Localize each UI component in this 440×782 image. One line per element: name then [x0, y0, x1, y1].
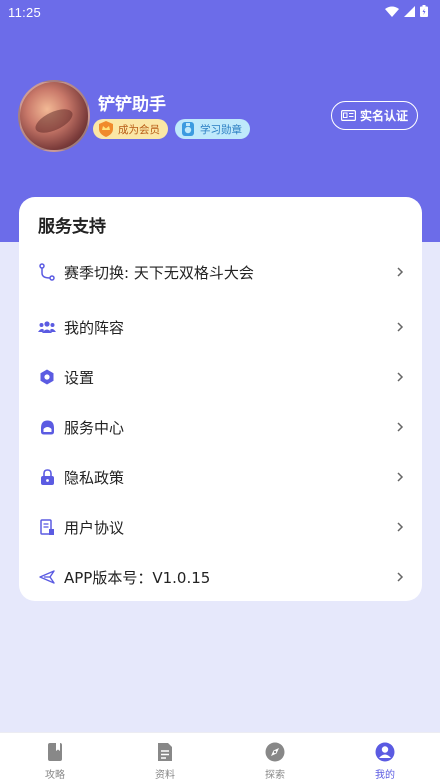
tab-explore[interactable]: 探索: [220, 733, 330, 782]
menu-item-privacy-policy[interactable]: 隐私政策: [19, 459, 422, 495]
chevron-right-icon: [397, 472, 404, 482]
member-badge-label: 成为会员: [118, 123, 160, 136]
real-name-verify-button[interactable]: 实名认证: [331, 101, 418, 130]
user-name: 铲铲助手: [98, 95, 166, 115]
book-icon: [44, 741, 66, 763]
menu-item-my-lineup[interactable]: 我的阵容: [19, 309, 422, 345]
battery-icon: [420, 5, 428, 17]
menu-item-app-version[interactable]: APP版本号：V1.0.15: [19, 559, 422, 595]
chevron-right-icon: [397, 522, 404, 532]
tab-guide[interactable]: 攻略: [0, 733, 110, 782]
menu-item-label: 隐私政策: [64, 468, 125, 487]
chevron-right-icon: [397, 372, 404, 382]
document-icon: [38, 518, 56, 536]
menu-item-user-agreement[interactable]: 用户协议: [19, 509, 422, 545]
compass-icon: [264, 741, 286, 763]
team-icon: [38, 318, 56, 336]
signal-icon: [404, 5, 415, 17]
chevron-right-icon: [397, 572, 404, 582]
tab-label: 攻略: [45, 770, 65, 781]
status-time: 11:25: [8, 5, 42, 20]
menu-item-label: 服务中心: [64, 418, 125, 437]
tab-data[interactable]: 资料: [110, 733, 220, 782]
file-icon: [154, 741, 176, 763]
member-badge[interactable]: 成为会员: [93, 119, 168, 139]
crown-shield-icon: [97, 120, 115, 138]
wifi-icon: [385, 6, 399, 17]
medal-icon: [179, 120, 197, 138]
headset-icon: [38, 418, 56, 436]
service-title: 服务支持: [38, 217, 106, 237]
study-badge-label: 学习勋章: [200, 123, 242, 136]
menu-item-label: 设置: [64, 368, 95, 387]
verify-label: 实名认证: [359, 109, 408, 123]
menu-item-season-switch[interactable]: 赛季切换: 天下无双格斗大会: [19, 254, 422, 290]
chevron-right-icon: [397, 322, 404, 332]
avatar[interactable]: [18, 80, 90, 152]
menu-item-service-center[interactable]: 服务中心: [19, 409, 422, 445]
study-badge[interactable]: 学习勋章: [175, 119, 250, 139]
service-card: 服务支持 赛季切换: 天下无双格斗大会 我的阵容 设置 服务中心 隐私政策 用户…: [19, 197, 422, 601]
chevron-right-icon: [397, 422, 404, 432]
chevron-right-icon: [397, 267, 404, 277]
settings-icon: [38, 368, 56, 386]
lock-icon: [38, 468, 56, 486]
status-bar: 11:25: [0, 0, 440, 26]
user-icon: [374, 741, 396, 763]
id-card-icon: [340, 110, 356, 121]
season-switch-icon: [38, 263, 56, 281]
menu-item-label: 赛季切换: 天下无双格斗大会: [64, 263, 254, 282]
bottom-tab-bar: 攻略 资料 探索 我的: [0, 732, 440, 782]
menu-item-label: APP版本号：V1.0.15: [64, 568, 211, 587]
menu-item-label: 用户协议: [64, 518, 125, 537]
tab-label: 我的: [375, 770, 395, 781]
status-icons: [385, 5, 428, 17]
send-icon: [38, 568, 56, 586]
menu-item-settings[interactable]: 设置: [19, 359, 422, 395]
tab-label: 探索: [265, 770, 285, 781]
tab-mine[interactable]: 我的: [330, 733, 440, 782]
menu-item-label: 我的阵容: [64, 318, 125, 337]
tab-label: 资料: [155, 770, 175, 781]
